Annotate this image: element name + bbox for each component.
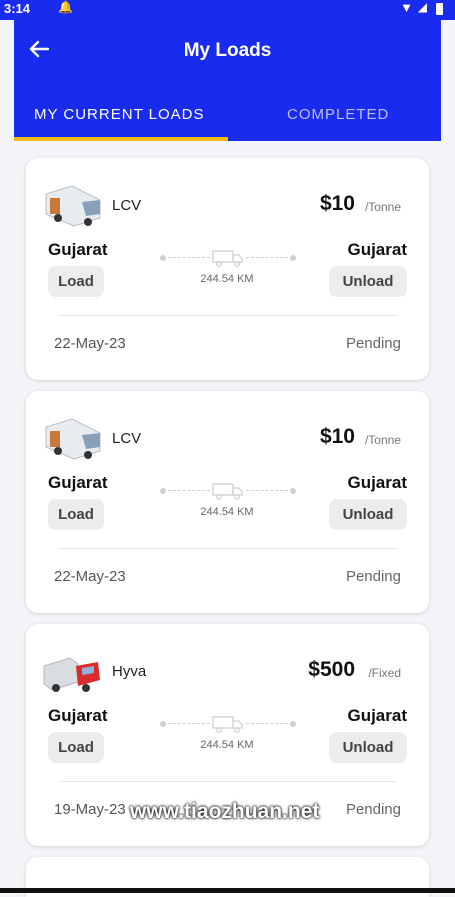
load-card[interactable]: LCV $10 /Tonne Gujarat Gujarat Load Unlo… (26, 391, 429, 613)
load-button[interactable]: Load (48, 266, 104, 297)
price-unit: /Tonne (364, 200, 401, 214)
destination-city: Gujarat (347, 240, 407, 259)
status-bar: 3:14 🔔 ▼ ◢ (0, 0, 455, 20)
distance: 244.54 KM (200, 506, 254, 518)
load-status: Pending (345, 568, 401, 585)
load-date: 19-May-23 (54, 801, 126, 818)
load-price: $10 (319, 192, 355, 215)
load-card[interactable]: LCV $10 /Tonne Gujarat Gujarat Load Unlo… (26, 158, 429, 380)
white-van-icon (42, 413, 102, 463)
distance: 244.54 KM (200, 739, 254, 751)
unload-button[interactable]: Unload (329, 499, 407, 530)
divider (58, 315, 397, 316)
white-van-icon (42, 180, 102, 230)
unload-button[interactable]: Unload (329, 266, 407, 297)
destination-city: Gujarat (347, 706, 407, 725)
divider (58, 781, 397, 782)
load-button[interactable]: Load (48, 499, 104, 530)
load-date: 22-May-23 (54, 335, 126, 352)
vehicle-type: LCV (112, 430, 142, 447)
truck-outline-icon (212, 714, 244, 739)
truck-outline-icon (212, 481, 244, 506)
navigation-bar (0, 888, 455, 893)
price-unit: /Fixed (368, 666, 401, 680)
load-price: $10 (319, 425, 355, 448)
route-line (160, 248, 296, 268)
tab-my-current-loads[interactable]: MY CURRENT LOADS (34, 106, 204, 123)
origin-city: Gujarat (48, 473, 108, 492)
vehicle-type: LCV (112, 197, 142, 214)
origin-city: Gujarat (48, 240, 108, 259)
tab-completed[interactable]: COMPLETED (287, 106, 389, 123)
load-price: $500 (308, 658, 355, 681)
unload-button[interactable]: Unload (329, 732, 407, 763)
status-time: 3:14 (4, 1, 31, 16)
destination-city: Gujarat (347, 473, 407, 492)
wifi-icon: ▼ (400, 0, 413, 15)
battery-icon (436, 3, 443, 15)
origin-city: Gujarat (48, 706, 108, 725)
load-date: 22-May-23 (54, 568, 126, 585)
route-line (160, 481, 296, 501)
vehicle-type: Hyva (112, 663, 147, 680)
divider (58, 548, 397, 549)
route-line (160, 714, 296, 734)
red-truck-icon (42, 646, 102, 696)
load-status: Pending (345, 801, 401, 818)
load-status: Pending (345, 335, 401, 352)
distance: 244.54 KM (200, 273, 254, 285)
truck-outline-icon (212, 248, 244, 273)
notification-bell-icon: 🔔 (58, 0, 73, 14)
load-button[interactable]: Load (48, 732, 104, 763)
price-unit: /Tonne (364, 433, 401, 447)
signal-icon: ◢ (417, 0, 427, 14)
page-title: My Loads (183, 40, 272, 61)
app-header: My Loads MY CURRENT LOADS COMPLETED (14, 20, 441, 141)
watermark: www.tiaozhuan.net (130, 800, 320, 823)
active-tab-indicator (14, 137, 228, 141)
